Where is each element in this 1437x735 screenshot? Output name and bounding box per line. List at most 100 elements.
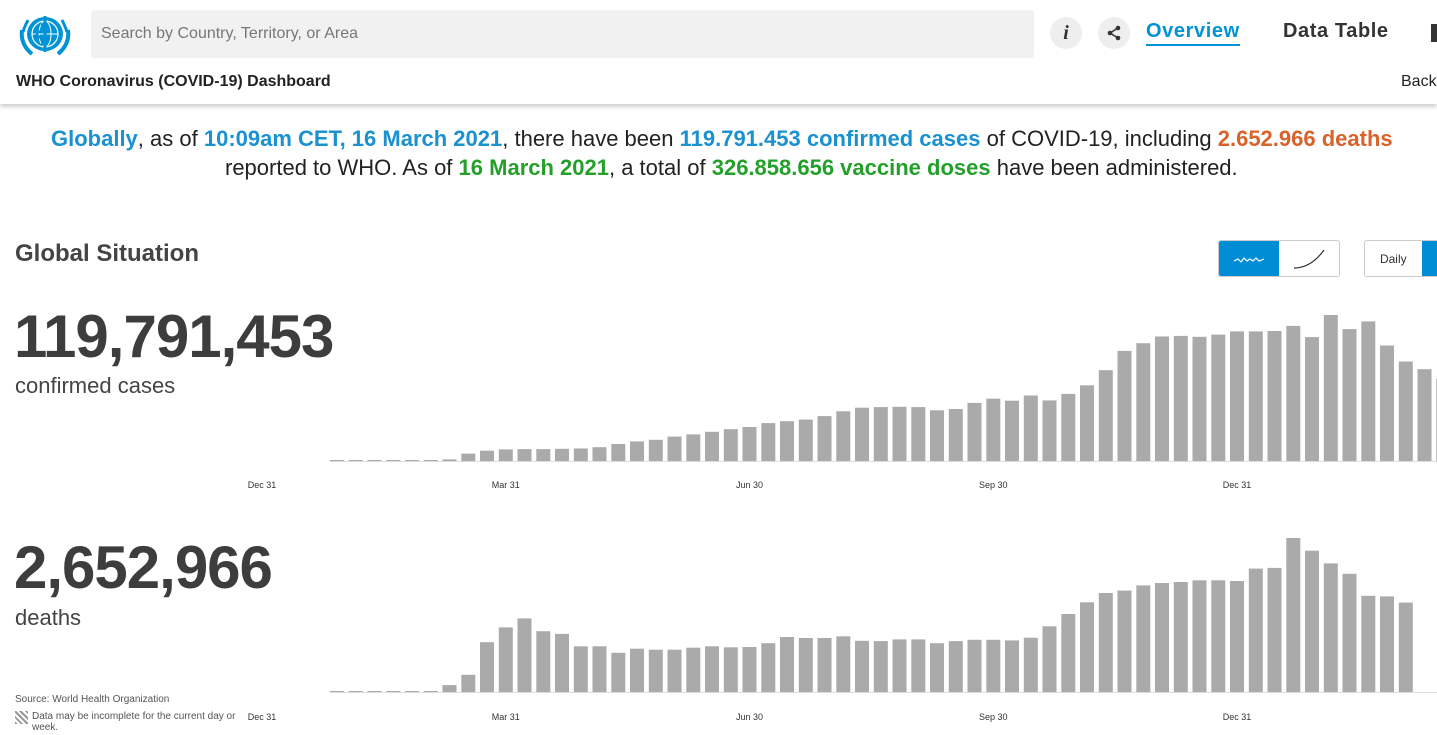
cases-bar[interactable]: [1136, 343, 1151, 461]
deaths-bar[interactable]: [723, 647, 738, 692]
cases-bar[interactable]: [1155, 336, 1169, 462]
cases-bar[interactable]: [761, 423, 776, 461]
cases-bar[interactable]: [1248, 331, 1263, 461]
cases-bar[interactable]: [517, 449, 532, 461]
tab-data-table[interactable]: Data Table: [1283, 20, 1389, 43]
cases-bar[interactable]: [330, 460, 344, 461]
cases-bar[interactable]: [1042, 400, 1057, 461]
cases-bar[interactable]: [536, 449, 551, 461]
deaths-bar[interactable]: [648, 649, 663, 692]
cumulative-trend-toggle[interactable]: [1279, 241, 1339, 276]
deaths-bar[interactable]: [461, 674, 476, 692]
cases-bar[interactable]: [555, 448, 569, 461]
cases-bar[interactable]: [1061, 393, 1076, 461]
who-logo-icon[interactable]: [16, 8, 74, 60]
back-link[interactable]: Back: [1401, 73, 1437, 91]
deaths-bar[interactable]: [1342, 573, 1357, 692]
cases-bar[interactable]: [1267, 331, 1282, 461]
deaths-bar[interactable]: [1211, 580, 1226, 692]
deaths-bar[interactable]: [480, 642, 494, 692]
deaths-bar[interactable]: [1248, 568, 1263, 692]
search-input[interactable]: [91, 10, 1034, 58]
cases-bar[interactable]: [798, 419, 813, 461]
cases-bar[interactable]: [948, 409, 963, 461]
deaths-bar[interactable]: [386, 691, 401, 692]
deaths-bar[interactable]: [911, 639, 926, 692]
deaths-bar[interactable]: [367, 691, 382, 692]
deaths-bar[interactable]: [630, 648, 644, 692]
cases-bar[interactable]: [611, 444, 626, 461]
deaths-bar[interactable]: [1098, 593, 1113, 692]
cases-bar[interactable]: [911, 407, 926, 461]
deaths-bar[interactable]: [1230, 581, 1244, 692]
cases-bar[interactable]: [705, 431, 719, 461]
cases-bar[interactable]: [967, 402, 982, 461]
deaths-bar[interactable]: [873, 641, 888, 692]
deaths-bar[interactable]: [892, 639, 907, 692]
cases-bar[interactable]: [367, 460, 382, 461]
deaths-bar[interactable]: [817, 638, 832, 692]
deaths-bar[interactable]: [555, 633, 569, 692]
deaths-bar[interactable]: [442, 685, 457, 692]
deaths-bar[interactable]: [1323, 563, 1338, 692]
deaths-bar[interactable]: [1136, 585, 1151, 692]
cases-bar[interactable]: [573, 448, 588, 462]
cases-bar[interactable]: [1361, 321, 1376, 461]
deaths-bar[interactable]: [855, 640, 869, 692]
cases-bar[interactable]: [742, 427, 757, 461]
cases-bar[interactable]: [1211, 334, 1226, 461]
deaths-bar[interactable]: [667, 649, 682, 692]
daily-button[interactable]: Daily: [1365, 241, 1422, 276]
cases-bar[interactable]: [1080, 385, 1094, 461]
cases-bar[interactable]: [442, 459, 457, 461]
deaths-bar[interactable]: [1155, 583, 1169, 692]
cases-bar[interactable]: [1380, 345, 1394, 462]
deaths-bar[interactable]: [780, 637, 794, 692]
deaths-bar[interactable]: [742, 647, 757, 692]
tab-overview[interactable]: Overview: [1146, 20, 1240, 46]
deaths-bar[interactable]: [1361, 595, 1376, 692]
deaths-bar[interactable]: [517, 618, 532, 692]
cases-bar[interactable]: [1305, 337, 1319, 461]
deaths-bar[interactable]: [948, 641, 963, 692]
cases-bar[interactable]: [836, 411, 851, 461]
cases-bar[interactable]: [480, 450, 494, 461]
cases-bar[interactable]: [855, 407, 869, 461]
cases-bar[interactable]: [1417, 369, 1432, 461]
cases-bar[interactable]: [1023, 395, 1038, 462]
cases-bar[interactable]: [1005, 400, 1019, 461]
cases-bar[interactable]: [723, 429, 738, 461]
deaths-bar[interactable]: [592, 646, 607, 692]
cases-bar[interactable]: [1098, 370, 1113, 461]
daily-trend-toggle[interactable]: [1219, 241, 1279, 276]
deaths-bar[interactable]: [1380, 596, 1394, 692]
cases-bar[interactable]: [1192, 336, 1207, 461]
deaths-bar[interactable]: [1117, 590, 1132, 692]
cases-bar[interactable]: [780, 421, 794, 461]
cases-bar[interactable]: [630, 441, 644, 461]
cases-bar[interactable]: [667, 436, 682, 461]
deaths-bar[interactable]: [1061, 614, 1076, 692]
deaths-bar[interactable]: [1080, 602, 1094, 692]
deaths-bar[interactable]: [498, 627, 513, 692]
cases-bar[interactable]: [405, 460, 419, 461]
deaths-bar[interactable]: [930, 643, 944, 692]
deaths-bar[interactable]: [1305, 550, 1319, 692]
deaths-bar[interactable]: [1398, 602, 1413, 692]
cases-bar[interactable]: [873, 407, 888, 461]
deaths-bar[interactable]: [1023, 637, 1038, 692]
deaths-bar[interactable]: [1173, 582, 1188, 692]
deaths-bar[interactable]: [405, 691, 419, 692]
weekly-button[interactable]: [1421, 241, 1437, 276]
deaths-bar[interactable]: [967, 639, 982, 692]
cases-bar[interactable]: [461, 453, 476, 461]
cases-bar[interactable]: [930, 410, 944, 461]
info-button[interactable]: i: [1050, 17, 1082, 49]
deaths-bar[interactable]: [330, 691, 344, 692]
cases-bar[interactable]: [1230, 331, 1244, 461]
cases-bar[interactable]: [386, 460, 401, 461]
deaths-bar[interactable]: [423, 691, 438, 692]
deaths-bar[interactable]: [705, 646, 719, 692]
cases-bar[interactable]: [498, 449, 513, 461]
cases-bar[interactable]: [1323, 315, 1338, 461]
